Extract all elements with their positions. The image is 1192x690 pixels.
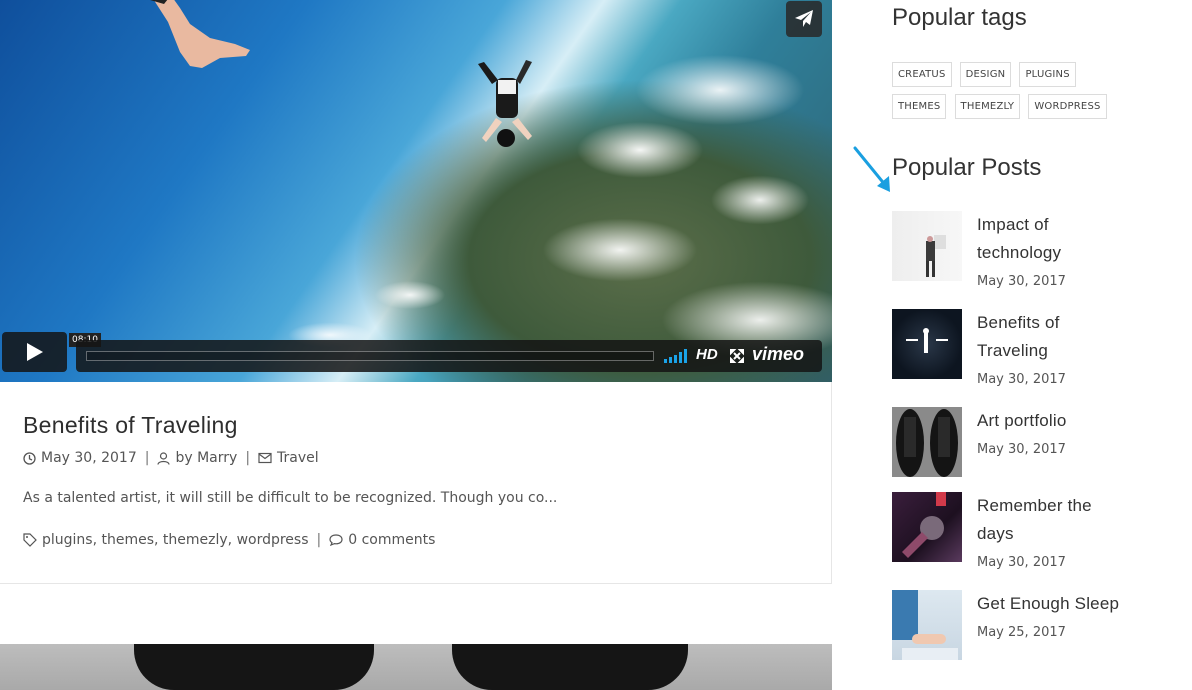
tag-themes[interactable]: THEMES (892, 94, 947, 119)
post-title-link[interactable]: Remember the days (977, 492, 1127, 548)
arrow-annotation (853, 146, 890, 192)
tag-wordpress[interactable]: WORDPRESS (1028, 94, 1107, 119)
video-player[interactable]: 08:10 HD vimeo (0, 0, 832, 382)
meta-separator: | (316, 532, 322, 548)
share-button[interactable] (786, 1, 822, 37)
main-column: 08:10 HD vimeo Benefits of Traveling May… (0, 0, 832, 690)
post-title-link[interactable]: Benefits of Traveling (977, 309, 1127, 365)
post-title-link[interactable]: Impact of technology (977, 211, 1127, 267)
folder-icon (258, 452, 272, 464)
hand-image (150, 0, 250, 68)
paper-plane-icon (795, 10, 813, 27)
tag-icon (23, 533, 37, 547)
popular-post-item[interactable]: Impact of technology May 30, 2017 (892, 211, 1182, 291)
post-date[interactable]: May 30, 2017 (41, 450, 137, 466)
next-post-image[interactable] (0, 644, 832, 690)
post-date: May 30, 2017 (977, 442, 1066, 457)
tag-themezly[interactable]: THEMEZLY (954, 94, 1021, 119)
tag-plugins[interactable]: PLUGINS (1019, 62, 1076, 87)
post-date: May 30, 2017 (977, 555, 1066, 570)
meta-separator: | (245, 450, 251, 466)
post-excerpt: As a talented artist, it will still be d… (23, 490, 558, 506)
post-tags-line: plugins, themes, themezly, wordpress | 0… (23, 532, 435, 548)
post-title-link[interactable]: Art portfolio (977, 407, 1127, 435)
popular-post-item[interactable]: Remember the days May 30, 2017 (892, 492, 1182, 572)
shoe-shape (452, 644, 688, 690)
post-title[interactable]: Benefits of Traveling (23, 412, 238, 439)
post-tags[interactable]: plugins, themes, themezly, wordpress (42, 532, 309, 548)
post-date: May 30, 2017 (977, 274, 1066, 289)
clock-icon (23, 451, 36, 465)
fullscreen-icon[interactable] (730, 349, 744, 363)
hd-toggle[interactable]: HD (696, 346, 718, 363)
volume-icon[interactable] (664, 349, 690, 363)
post-date: May 25, 2017 (977, 625, 1066, 640)
user-icon (157, 451, 171, 465)
popular-post-item[interactable]: Get Enough Sleep May 25, 2017 (892, 590, 1182, 670)
post-author[interactable]: by Marry (175, 450, 237, 466)
post-comments[interactable]: 0 comments (348, 532, 435, 548)
sidebar: Popular tags CREATUS DESIGN PLUGINS THEM… (892, 0, 1192, 690)
post-thumbnail[interactable] (892, 211, 962, 281)
tag-design[interactable]: DESIGN (959, 62, 1012, 87)
skydiver-image (478, 60, 532, 147)
post-meta: May 30, 2017 | by Marry | Travel (23, 450, 319, 466)
tag-cloud: CREATUS DESIGN PLUGINS THEMES THEMEZLY W… (892, 62, 1112, 126)
post-thumbnail[interactable] (892, 590, 962, 660)
popular-tags-title: Popular tags (892, 4, 1027, 31)
meta-separator: | (144, 450, 150, 466)
video-progress-bar[interactable] (86, 351, 654, 361)
video-controls: HD vimeo (76, 340, 822, 372)
post-thumbnail[interactable] (892, 407, 962, 477)
comment-icon (329, 534, 343, 546)
post-title-link[interactable]: Get Enough Sleep (977, 590, 1127, 618)
post-date: May 30, 2017 (977, 372, 1066, 387)
post-category[interactable]: Travel (277, 450, 319, 466)
post-thumbnail[interactable] (892, 309, 962, 379)
vimeo-logo[interactable]: vimeo (752, 344, 804, 365)
popular-posts-title: Popular Posts (892, 154, 1042, 181)
post-thumbnail[interactable] (892, 492, 962, 562)
play-icon (26, 343, 43, 361)
tag-creatus[interactable]: CREATUS (892, 62, 952, 87)
shoe-shape (134, 644, 374, 690)
popular-post-item[interactable]: Benefits of Traveling May 30, 2017 (892, 309, 1182, 389)
post-card: Benefits of Traveling May 30, 2017 | by … (0, 382, 832, 584)
popular-post-item[interactable]: Art portfolio May 30, 2017 (892, 407, 1182, 487)
play-button[interactable] (2, 332, 67, 372)
